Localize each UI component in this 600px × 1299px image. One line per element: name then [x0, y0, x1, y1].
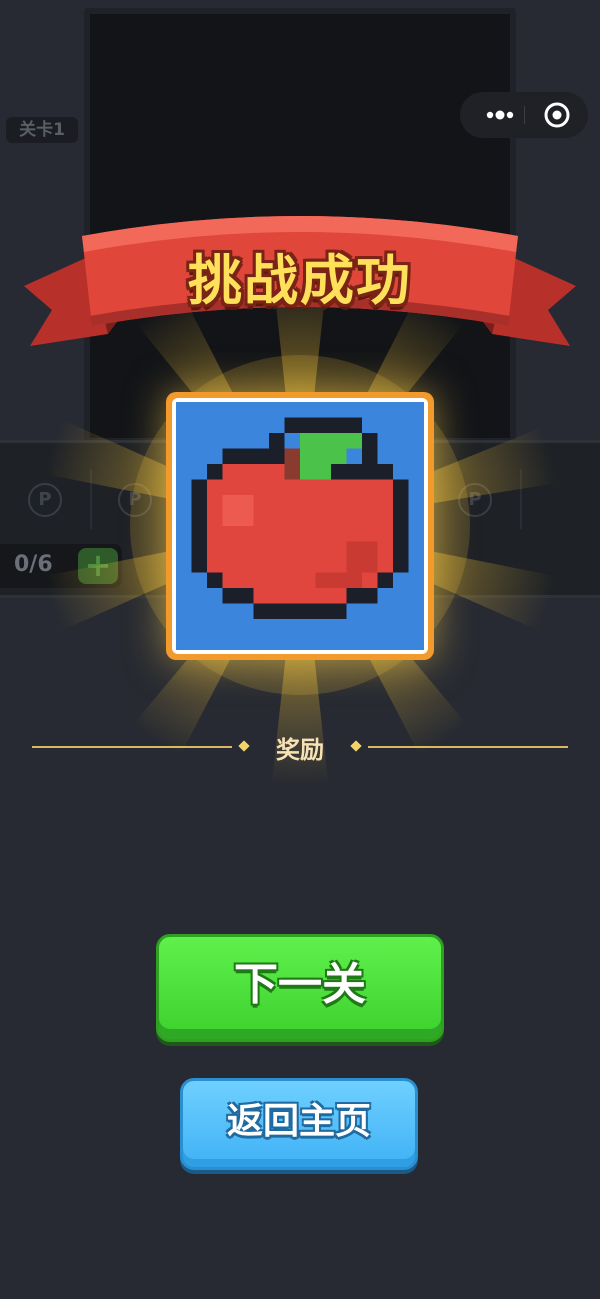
return-home-button[interactable]: 返回主页	[180, 1078, 418, 1170]
next-level-button[interactable]: 下一关	[156, 934, 444, 1042]
reward-card	[166, 392, 434, 660]
reward-divider-right	[368, 746, 568, 748]
reward-label: 奖励	[276, 736, 324, 764]
reward-divider-left	[32, 746, 232, 748]
game-screen: 关卡1 P P P 0/6 +	[0, 0, 600, 1299]
pixel-apple-icon	[176, 402, 424, 650]
success-title: 挑战成功	[188, 249, 412, 312]
